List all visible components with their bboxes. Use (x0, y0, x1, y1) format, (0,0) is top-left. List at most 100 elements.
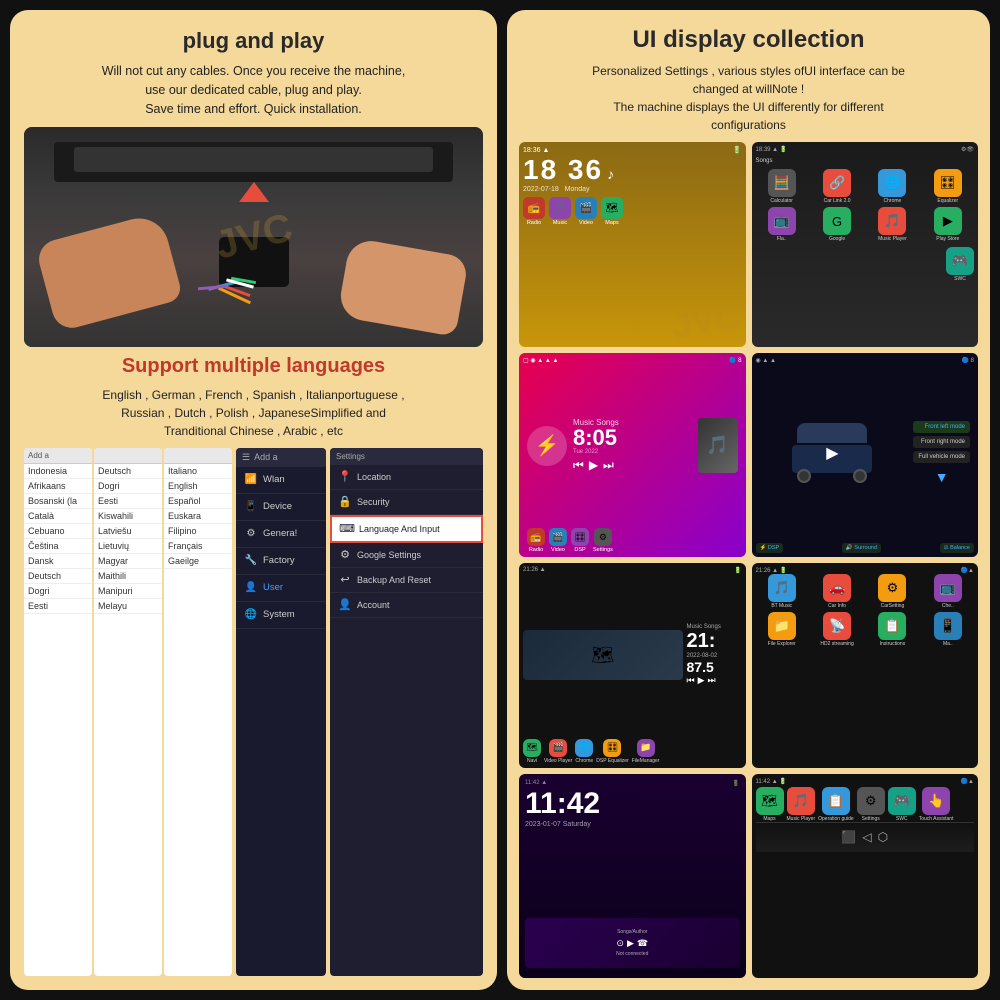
lang-item: Melayu (94, 599, 162, 614)
lang-col-2-header (94, 448, 162, 464)
app-calculator: 🧮 Calculator (756, 169, 808, 204)
screen-8-settings-apps: 11:42 ▲ 🔋 🔵▲ 🗺 Maps 🎵 Music Player 📋 Ope (752, 774, 979, 979)
surround-btn[interactable]: 🔊 Surround (842, 543, 881, 553)
screen2-statusbar: 18:39 ▲ 🔋 ⚙👁 (756, 146, 975, 153)
bt-time-display: 8:05 (573, 427, 692, 449)
app-navi: 🗺 Navi (523, 739, 541, 764)
calculator-label: Calculator (770, 198, 793, 204)
screen-3-bluetooth: ▢ ◉ ▲ ▲ ▲ 🔵 8 ⚡ Music Songs 8:05 Tue 202… (519, 353, 746, 558)
album-art: 🎵 (698, 418, 738, 473)
lang-item: Català (24, 509, 92, 524)
settings-menu-header: ☰Add a (236, 448, 326, 467)
settings-item-backup[interactable]: ↩ Backup And Reset (330, 568, 483, 593)
gear-icon: ⚙ (244, 527, 258, 541)
plug-play-image: JVC (24, 127, 483, 347)
mini-next-icon[interactable]: ⏭ (708, 675, 716, 686)
front-left-mode-btn[interactable]: Front left mode (913, 421, 970, 433)
app-dsp-3: 🎛 DSP (571, 528, 589, 553)
ma-icon: 📱 (934, 612, 962, 640)
mini-prev-icon[interactable]: ⏮ (687, 675, 695, 686)
balance-btn[interactable]: ⚖ Balance (940, 543, 974, 553)
dspeq-label: DSP Equalizer (596, 758, 628, 764)
language-label: Languaqe And Input (359, 524, 440, 534)
settings-item-location[interactable]: 📍 Location (330, 465, 483, 490)
music-label: Music (553, 220, 567, 226)
nav-home-icon[interactable]: ⬛ (841, 830, 856, 844)
screen4-statusbar: ◉ ▲ ▲ 🔵 8 (756, 357, 975, 364)
nav-back-icon[interactable]: ◁ (862, 830, 871, 844)
app-btmusic: 🎵 BT Music (756, 574, 808, 609)
radio-icon: 📻 (523, 197, 545, 219)
lang-item: Lietuvių (94, 539, 162, 554)
down-arrow-icon: ▼ (913, 469, 970, 485)
screen1-icons: 🔋 (733, 146, 742, 154)
clock-display: 18 36 (523, 154, 603, 186)
app-filemanager: 📁 FileManager (632, 739, 660, 764)
playstore-icon: ▶ (934, 207, 962, 235)
settings-right-panel: Settings 📍 Location 🔒 Security ⌨ Languaq… (330, 448, 483, 976)
settings-menu-item-device[interactable]: 📱 Device (236, 494, 326, 521)
music-player-card: Songs/Author ⊙ ▶ ☎ Not connected (525, 918, 740, 968)
fla-label: Fla.. (777, 236, 787, 242)
settings-menu-item-general[interactable]: ⚙ Genera! (236, 521, 326, 548)
card-play-icon[interactable]: ▶ (627, 938, 634, 949)
dsp-btn[interactable]: ⚡ DSP (756, 543, 784, 553)
play-icon[interactable]: ▶ (589, 458, 598, 473)
card-prev-icon[interactable]: ⊙ (616, 938, 624, 949)
lock-icon: 🔒 (338, 495, 352, 509)
che-label: Che.. (942, 603, 954, 609)
location-label: Location (357, 472, 391, 482)
settings-menu-item-system[interactable]: 🌐 System (236, 602, 326, 629)
screen5-statusbar: 21:26 ▲ 🔋 (523, 567, 742, 574)
settings-menu: ☰Add a 📶 Wlan 📱 Device ⚙ Genera! 🔧 Facto… (236, 448, 326, 976)
app-che: 📺 Che.. (922, 574, 974, 609)
settings-item-google[interactable]: ⚙ Google Settings (330, 543, 483, 568)
app-maps: 🗺 Maps (601, 197, 623, 226)
screen3-bottom-apps: 📻 Radio 🎬 Video 🎛 DSP ⚙ Settings (523, 528, 742, 553)
mini-play-icon[interactable]: ▶ (698, 675, 705, 686)
music-card-controls[interactable]: ⊙ ▶ ☎ (616, 938, 648, 949)
keyboard-icon: ⌨ (340, 522, 354, 536)
screen4-content: ▶ Front left mode Front right mode Full … (756, 364, 975, 544)
navi-icon: 🗺 (523, 739, 541, 757)
screen5-bottom-apps: 🗺 Navi 🎬 Video Player 🌐 Chrome 🎛 DSP Equ… (523, 739, 742, 764)
lang-item: Español (164, 494, 232, 509)
app-dspeq: 🎛 DSP Equalizer (596, 739, 628, 764)
backup-label: Backup And Reset (357, 575, 431, 585)
car-display: ▶ (756, 364, 910, 544)
musicplayer-label: Music Player (878, 236, 907, 242)
chrome-label-5: Chrome (575, 758, 593, 764)
nav-recent-icon[interactable]: ⬡ (878, 830, 888, 844)
car-wheel-right (853, 469, 867, 483)
app-musicplayer: 🎵 Music Player (866, 207, 918, 242)
media-controls[interactable]: ⏮ ▶ ⏭ (573, 458, 692, 473)
settings-menu-item-wlan[interactable]: 📶 Wlan (236, 467, 326, 494)
front-right-mode-btn[interactable]: Front right mode (913, 436, 970, 448)
settings-item-account[interactable]: 👤 Account (330, 593, 483, 618)
lang-list: Add a Indonesia Afrikaans Bosanski (la C… (24, 448, 232, 976)
music-mini-controls[interactable]: ⏮ ▶ ⏭ (687, 675, 742, 686)
lang-item: Gaeilge (164, 554, 232, 569)
ui-grid: 18:36 ▲ 🔋 18 36 ♪ 2022-07-18 Monday 📻 Ra… (519, 142, 978, 978)
full-vehicle-mode-btn[interactable]: Full vehicle mode (913, 451, 970, 463)
settings-icon-3: ⚙ (594, 528, 612, 546)
settings-menu-item-factory[interactable]: 🔧 Factory (236, 548, 326, 575)
right-panel: UI display collection Personalized Setti… (507, 10, 990, 990)
settings-item-language[interactable]: ⌨ Languaqe And Input (330, 515, 483, 543)
swc-label: SWC (954, 276, 966, 282)
maps-label: Maps (605, 220, 618, 226)
app-video: 🎬 Video (575, 197, 597, 226)
screen-4-dsp-car: ◉ ▲ ▲ 🔵 8 ▶ Front left mod (752, 353, 979, 558)
card-next-icon[interactable]: ☎ (637, 938, 648, 949)
settings-item-security[interactable]: 🔒 Security (330, 490, 483, 515)
app-ma: 📱 Ma.. (922, 612, 974, 647)
settings-menu-item-user[interactable]: 👤 User (236, 575, 326, 602)
calculator-icon: 🧮 (768, 169, 796, 197)
screen-2-app-grid: 18:39 ▲ 🔋 ⚙👁 Songs 🧮 Calculator 🔗 Car Li… (752, 142, 979, 347)
fileexplorer-icon: 📁 (768, 612, 796, 640)
prev-icon[interactable]: ⏮ (573, 458, 584, 473)
next-icon[interactable]: ⏭ (603, 458, 614, 473)
screen1-apps: 📻 Radio 🎵 Music 🎬 Video 🗺 Maps (523, 197, 742, 226)
fileexplorer-label: File Explorer (768, 641, 796, 647)
screen7-bottom: Songs/Author ⊙ ▶ ☎ Not connected (525, 828, 740, 973)
